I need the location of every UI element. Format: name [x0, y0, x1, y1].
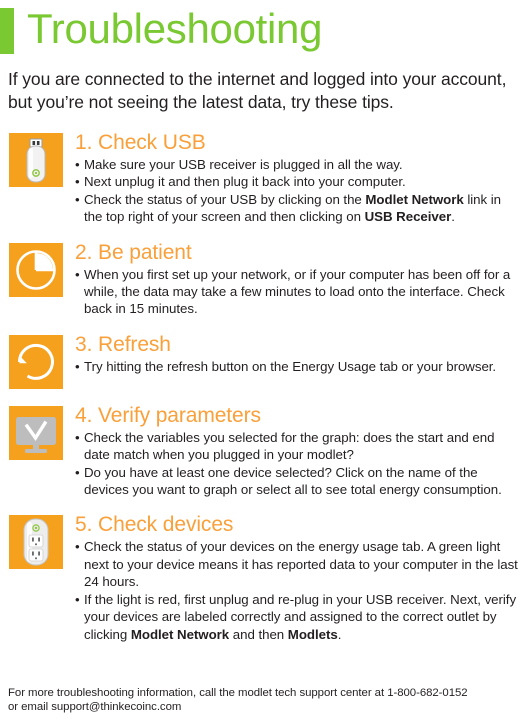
step-bullet: If the light is red, first unplug and re…: [75, 591, 520, 643]
step-heading: 5. Check devices: [75, 513, 234, 537]
troubleshooting-step: 1. Check USB Make sure your USB receiver …: [0, 130, 524, 226]
bullet-text: Do you have at least one device selected…: [84, 464, 502, 498]
header-accent-bar: [0, 8, 14, 54]
emphasis-text: Modlets: [287, 626, 338, 642]
emphasis-text: Modlet Network: [130, 626, 230, 642]
bullet-text: and then: [229, 626, 288, 642]
step-bullet: Try hitting the refresh button on the En…: [75, 358, 520, 376]
bullet-text: Make sure your USB receiver is plugged i…: [84, 157, 403, 172]
troubleshooting-step: 5. Check devicesCheck the status of your…: [0, 512, 524, 642]
bullet-text: .: [337, 626, 342, 642]
bullet-text: Try hitting the refresh button on the En…: [84, 358, 497, 374]
step-heading: 1. Check USB: [75, 131, 206, 154]
emphasis-text: Modlet Network: [365, 191, 464, 207]
footer-line-1: For more troubleshooting information, ca…: [8, 686, 468, 699]
page-header: Troubleshooting: [0, 4, 524, 60]
step-body: 3. Refresh Try hitting the refresh button…: [63, 332, 524, 376]
usb-stick-icon: [9, 133, 63, 187]
step-bullet: Check the status of your USB by clicking…: [75, 191, 520, 226]
emphasis-text: USB Receiver: [364, 209, 452, 225]
step-body: 4. Verify parametersCheck the variables …: [63, 403, 524, 499]
footer-support-info: For more troubleshooting information, ca…: [8, 686, 516, 715]
troubleshooting-sections: 1. Check USB Make sure your USB receiver …: [0, 130, 524, 643]
step-bullet-list: Make sure your USB receiver is plugged i…: [75, 156, 520, 226]
step-bullet-list: When you first set up your network, or i…: [75, 266, 520, 318]
refresh-icon: [9, 334, 63, 389]
step-bullet-list: Try hitting the refresh button on the En…: [75, 358, 520, 376]
step-body: 5. Check devicesCheck the status of your…: [63, 512, 524, 642]
step-bullet: Make sure your USB receiver is plugged i…: [75, 156, 520, 174]
step-bullet: When you first set up your network, or i…: [75, 266, 520, 318]
step-heading: 3. Refresh: [75, 332, 171, 356]
bullet-text: Next unplug it and then plug it back int…: [84, 174, 406, 190]
step-bullet: Check the variables you selected for the…: [75, 429, 520, 464]
modlet-outlet-icon: [9, 515, 63, 570]
step-body: 2. Be patientWhen you first set up your …: [63, 240, 524, 318]
bullet-text: When you first set up your network, or i…: [84, 266, 511, 317]
step-bullet-list: Check the variables you selected for the…: [75, 429, 520, 499]
troubleshooting-step: 4. Verify parametersCheck the variables …: [0, 403, 524, 499]
troubleshooting-step: 2. Be patientWhen you first set up your …: [0, 240, 524, 318]
step-bullet: Check the status of your devices on the …: [75, 538, 520, 590]
troubleshooting-step: 3. Refresh Try hitting the refresh button…: [0, 332, 524, 389]
bullet-text: Check the variables you selected for the…: [84, 429, 495, 463]
step-bullet: Do you have at least one device selected…: [75, 464, 520, 499]
page-title: Troubleshooting: [27, 5, 323, 52]
step-bullet: Next unplug it and then plug it back int…: [75, 173, 520, 191]
clock-pie-icon: [9, 242, 63, 297]
monitor-check-icon: [9, 405, 63, 460]
intro-paragraph: If you are connected to the internet and…: [8, 69, 507, 112]
bullet-text: Check the status of your USB by clicking…: [84, 191, 366, 207]
step-heading: 2. Be patient: [75, 240, 192, 264]
bullet-text: .: [451, 209, 455, 225]
step-body: 1. Check USB Make sure your USB receiver …: [63, 130, 524, 226]
footer-line-2: or email support@thinkecoinc.com: [8, 701, 182, 714]
step-bullet-list: Check the status of your devices on the …: [75, 538, 520, 642]
step-heading: 4. Verify parameters: [75, 403, 261, 427]
bullet-text: Check the status of your devices on the …: [84, 539, 518, 590]
